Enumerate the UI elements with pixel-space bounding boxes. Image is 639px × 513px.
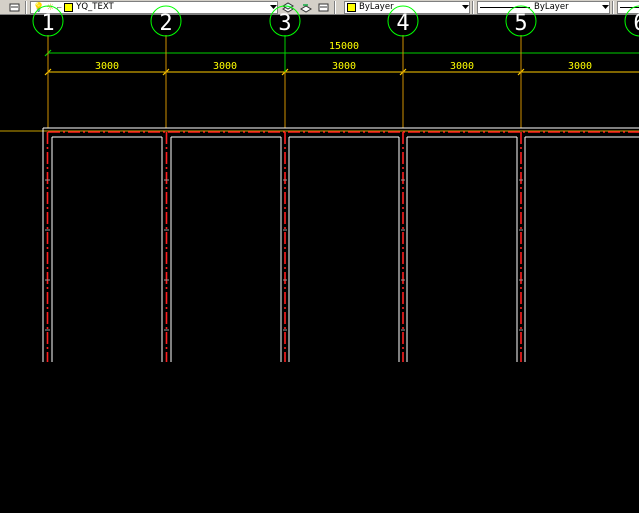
axis-bubble-5: 5 xyxy=(505,5,537,37)
axis-label-1: 1 xyxy=(41,11,54,36)
wall-column-5 xyxy=(516,132,639,362)
axis-label-5: 5 xyxy=(514,11,527,36)
bay-dimension-text-1: 3000 xyxy=(95,61,119,72)
wall-column-3 xyxy=(280,132,399,362)
drawing-canvas[interactable]: 15000 3000 3000 3000 3000 3000 1 2 3 4 5 xyxy=(0,0,639,513)
axis-lines xyxy=(47,35,522,128)
axis-label-2: 2 xyxy=(159,11,172,36)
total-dimension-text: 15000 xyxy=(329,41,359,52)
bay-dimension-text-3: 3000 xyxy=(332,61,356,72)
axis-bubble-4: 4 xyxy=(387,5,419,37)
axis-bubble-6: 6 xyxy=(624,5,639,37)
wall-column-1 xyxy=(42,128,162,362)
axis-bubble-2: 2 xyxy=(150,5,182,37)
top-wall xyxy=(43,127,639,133)
bay-dimension-text-4: 3000 xyxy=(450,61,474,72)
axis-label-3: 3 xyxy=(278,11,291,36)
axis-label-6: 6 xyxy=(633,11,639,36)
axis-bubbles: 1 2 3 4 5 6 xyxy=(32,5,639,37)
bay-dimension-text-5: 3000 xyxy=(568,61,592,72)
wall-column-2 xyxy=(161,132,281,362)
bay-dimensions: 3000 3000 3000 3000 3000 xyxy=(44,61,639,76)
bay-dimension-text-2: 3000 xyxy=(213,61,237,72)
axis-label-4: 4 xyxy=(396,11,409,36)
wall-hatch xyxy=(45,179,523,331)
axis-bubble-1: 1 xyxy=(32,5,64,37)
total-dimension: 15000 xyxy=(44,41,639,58)
wall-column-4 xyxy=(398,132,517,362)
axis-bubble-3: 3 xyxy=(269,5,301,37)
building-walls xyxy=(42,127,639,362)
